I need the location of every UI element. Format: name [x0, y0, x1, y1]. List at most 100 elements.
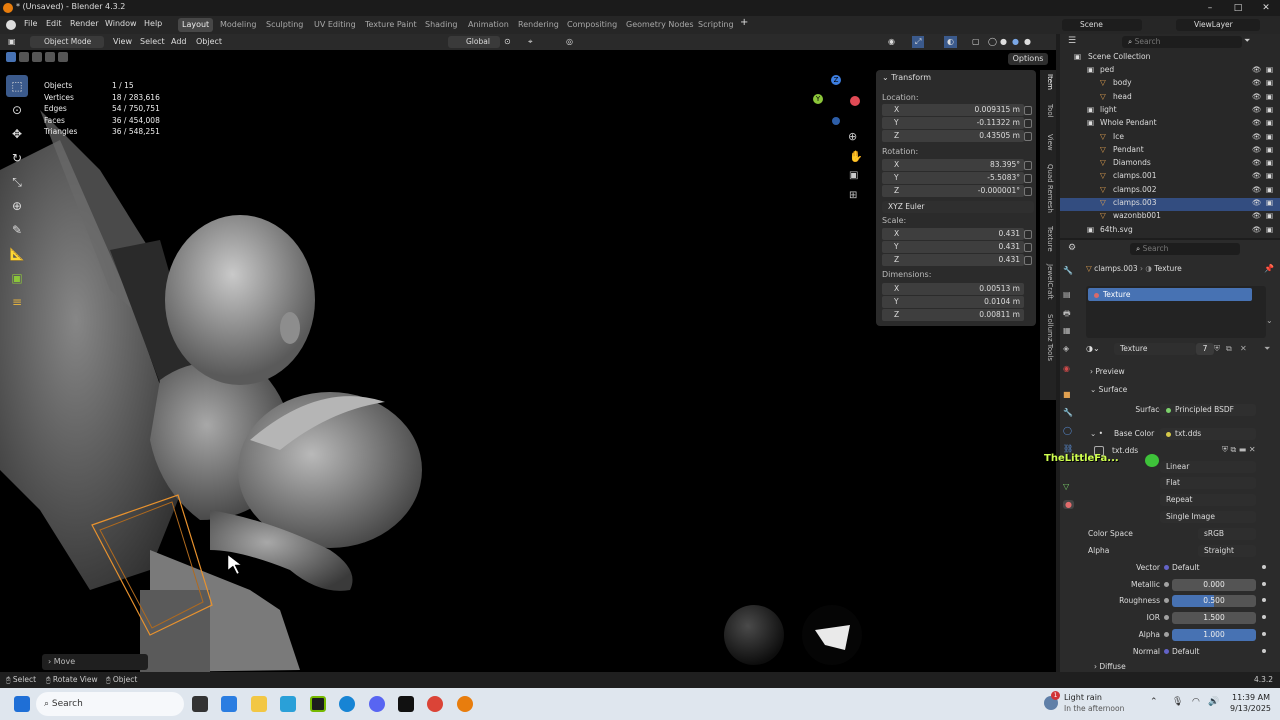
material-users-count[interactable]: 7	[1196, 343, 1214, 355]
fake-user-shield-icon[interactable]: ⛨	[1214, 344, 1220, 354]
visibility-eye-icon[interactable]: 👁	[1252, 65, 1262, 74]
move-tool-icon[interactable]: ✥	[6, 123, 28, 145]
perspective-grid-icon[interactable]: ⊞	[849, 190, 857, 201]
tab-animation[interactable]: Animation	[464, 18, 513, 32]
render-camera-icon[interactable]: ▣	[1266, 171, 1273, 180]
menu-window[interactable]: Window	[105, 19, 137, 28]
socket-icon[interactable]	[1164, 615, 1169, 621]
addon-tool-icon[interactable]: ≡	[6, 291, 28, 313]
ior-field[interactable]: 1.500	[1172, 612, 1256, 625]
render-camera-icon[interactable]: ▣	[1266, 92, 1273, 101]
constraints-tab-icon[interactable]: ⛓	[1063, 444, 1073, 453]
outliner-row[interactable]: ▽ body 👁 ▣	[1060, 78, 1280, 91]
keyframe-dot-icon[interactable]	[1262, 598, 1266, 603]
editor-type-icon[interactable]: ▣	[8, 36, 16, 48]
image-toolbar-icons[interactable]: ⛨ ⧉ ▬ ✕	[1222, 445, 1256, 455]
view-layer-tab-icon[interactable]: ▦	[1063, 326, 1071, 335]
duplicate-icon[interactable]: ⧉	[1226, 344, 1232, 354]
transform-header[interactable]: ⌄ Transform	[882, 73, 931, 82]
rotation-mode-dropdown[interactable]: XYZ Euler	[882, 201, 1034, 213]
nvidia-icon[interactable]	[310, 696, 326, 712]
socket-icon[interactable]	[1164, 598, 1169, 604]
microphone-icon[interactable]: 🎙	[1172, 697, 1183, 707]
menu-select[interactable]: Select	[140, 36, 165, 48]
select-box-tool-icon[interactable]: ⬚	[6, 75, 28, 97]
outliner-row[interactable]: ▽ head 👁 ▣	[1060, 92, 1280, 105]
alpha-field[interactable]: 1.000	[1172, 628, 1256, 641]
socket-icon[interactable]	[1164, 565, 1169, 570]
tray-chevron-icon[interactable]: ⌃	[1150, 697, 1158, 707]
menu-edit[interactable]: Edit	[46, 19, 62, 28]
normal-field[interactable]: Default	[1172, 647, 1199, 656]
diffuse-panel-header[interactable]: › Diffuse	[1094, 662, 1126, 671]
menu-file[interactable]: File	[24, 19, 37, 28]
zoom-icon[interactable]: ⊕	[848, 130, 857, 143]
outliner-row[interactable]: ▣ 64th.svg 👁 ▣	[1060, 225, 1280, 238]
visibility-icon[interactable]: ◉	[888, 36, 895, 48]
gizmo-z-icon[interactable]: Z	[831, 75, 841, 85]
menu-add[interactable]: Add	[171, 36, 187, 48]
tab-scripting[interactable]: Scripting	[694, 18, 738, 32]
dimensions-z-field[interactable]: Z 0.00811 m	[882, 309, 1024, 321]
keyframe-dot-icon[interactable]	[1262, 615, 1266, 620]
color-space-dropdown[interactable]: sRGB	[1198, 528, 1256, 540]
wifi-icon[interactable]: ◠	[1192, 697, 1200, 707]
options-button[interactable]: Options	[1008, 53, 1048, 65]
blender-menu-icon[interactable]	[6, 20, 16, 30]
scale-y-field[interactable]: Y 0.431	[882, 241, 1024, 253]
render-camera-icon[interactable]: ▣	[1266, 78, 1273, 87]
menu-render[interactable]: Render	[70, 19, 98, 28]
properties-editor-icon[interactable]: ⚙	[1068, 243, 1076, 253]
render-camera-icon[interactable]: ▣	[1266, 145, 1273, 154]
lock-icon[interactable]	[1024, 132, 1032, 141]
maximize-button[interactable]: □	[1224, 0, 1252, 16]
menu-view[interactable]: View	[113, 36, 132, 48]
base-color-input[interactable]: txt.dds	[1160, 428, 1256, 440]
world-tab-icon[interactable]: ◉	[1063, 364, 1070, 373]
base-color-expand-icon[interactable]: ⌄ •	[1090, 429, 1103, 438]
outliner-row[interactable]: ▽ clamps.001 👁 ▣	[1060, 171, 1280, 184]
socket-icon[interactable]	[1164, 648, 1169, 654]
material-sphere-icon[interactable]: ◑⌄	[1086, 344, 1100, 353]
dimensions-x-field[interactable]: X 0.00513 m	[882, 283, 1024, 295]
properties-search-input[interactable]: ⌕ Search	[1130, 243, 1240, 255]
tab-rendering[interactable]: Rendering	[514, 18, 563, 32]
visibility-eye-icon[interactable]: 👁	[1252, 211, 1262, 220]
lock-icon[interactable]	[1024, 243, 1032, 252]
outliner-row[interactable]: ▣ Whole Pendant 👁 ▣	[1060, 118, 1280, 131]
add-workspace-button[interactable]: +	[740, 17, 748, 28]
close-button[interactable]: ✕	[1252, 0, 1280, 16]
render-tab-icon[interactable]: ▤	[1063, 290, 1071, 299]
unlink-icon[interactable]: ✕	[1240, 344, 1247, 353]
select-extend-icon[interactable]	[19, 52, 29, 62]
windows-start-icon[interactable]	[14, 696, 30, 712]
rotation-x-field[interactable]: X 83.395°	[882, 159, 1024, 171]
gizmo-y-icon[interactable]: Y	[813, 94, 823, 104]
outliner-row[interactable]: ▣ Scene Collection	[1060, 52, 1280, 65]
lock-icon[interactable]	[1024, 256, 1032, 265]
chevron-down-icon[interactable]: ⌄	[1266, 316, 1273, 325]
edge-icon[interactable]	[339, 696, 355, 712]
vector-field[interactable]: Default	[1172, 563, 1199, 572]
measure-tool-icon[interactable]: 📐	[6, 243, 28, 265]
tab-quad-remesh[interactable]: Quad Remesh	[1042, 164, 1054, 213]
move-operator-panel[interactable]: › Move	[42, 654, 148, 670]
annotate-tool-icon[interactable]: ✎	[6, 219, 28, 241]
minimize-button[interactable]: –	[1196, 0, 1224, 16]
proportional-edit-icon[interactable]: ◎	[566, 36, 573, 48]
scene-selector[interactable]: Scene	[1062, 19, 1142, 31]
visibility-eye-icon[interactable]: 👁	[1252, 78, 1262, 87]
menu-object[interactable]: Object	[196, 36, 222, 48]
tab-tool[interactable]: Tool	[1042, 104, 1054, 118]
pivot-icon[interactable]: ⊙	[504, 36, 511, 48]
outliner-row[interactable]: ▽ Ice 👁 ▣	[1060, 132, 1280, 145]
object-tab-icon[interactable]: ■	[1063, 390, 1071, 399]
material-name-field[interactable]: Texture	[1114, 343, 1196, 355]
pan-hand-icon[interactable]: ✋	[849, 150, 863, 163]
browse-material-icon[interactable]: ⏷	[1264, 344, 1270, 354]
location-z-field[interactable]: Z 0.43505 m	[882, 130, 1024, 142]
outliner-row[interactable]: ▣ ped 👁 ▣	[1060, 65, 1280, 78]
tab-compositing[interactable]: Compositing	[563, 18, 621, 32]
outliner-editor-icon[interactable]: ☰	[1068, 36, 1076, 46]
discord-icon[interactable]	[369, 696, 385, 712]
